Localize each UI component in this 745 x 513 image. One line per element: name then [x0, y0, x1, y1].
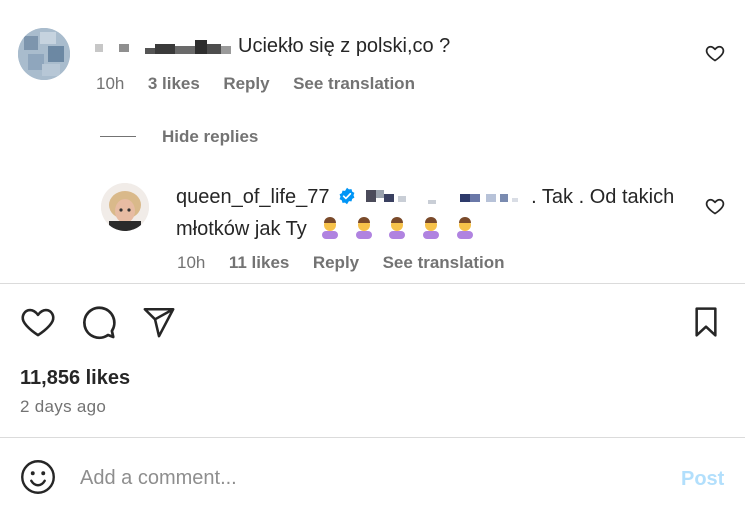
post-date: 2 days ago: [20, 397, 107, 416]
comment-text: Uciekło się z polski,co ?: [238, 35, 451, 57]
save-post-button[interactable]: [690, 305, 722, 344]
comment-meta: 10h 3 likes Reply See translation: [96, 74, 415, 94]
comment-post-button[interactable]: [81, 305, 117, 346]
post-likes-count[interactable]: 11,856 likes: [20, 367, 130, 390]
commenter-avatar[interactable]: [18, 28, 70, 80]
paper-plane-icon: [143, 307, 175, 338]
comment-time: 10h: [96, 74, 125, 93]
pixelated-username-icon: [95, 40, 231, 54]
reply-header: queen_of_life_77 . Tak . Od takich: [176, 186, 674, 209]
blurred-avatar-icon: [18, 28, 70, 80]
reply-see-translation[interactable]: See translation: [383, 253, 505, 272]
facepalm-emoji-icon: [322, 217, 339, 239]
emoji-picker-button[interactable]: [20, 459, 56, 500]
reply-time: 10h: [177, 253, 206, 272]
divider-top: [0, 283, 745, 284]
reply-meta: 10h 11 likes Reply See translation: [177, 253, 504, 273]
heart-icon: [21, 308, 55, 337]
profile-photo-icon: [101, 183, 149, 231]
smiley-face-icon: [21, 460, 55, 494]
comment-likes[interactable]: 3 likes: [148, 74, 200, 93]
reply-likes[interactable]: 11 likes: [229, 253, 290, 272]
reply-text-line2-row: młotków jak Ty: [176, 215, 481, 241]
comment-like-button[interactable]: [705, 43, 725, 68]
divider-bottom: [0, 437, 745, 438]
comment-see-translation[interactable]: See translation: [293, 74, 415, 93]
facepalm-emoji-icon: [456, 217, 473, 239]
facepalm-emoji-row: [318, 217, 480, 240]
reply-text-line1: . Tak . Od takich: [531, 186, 675, 208]
pixelated-mention-icon: [365, 190, 518, 204]
hide-replies-button[interactable]: Hide replies: [162, 127, 258, 147]
share-post-button[interactable]: [141, 305, 177, 344]
hide-replies-line: [100, 136, 136, 137]
heart-icon: [705, 198, 725, 215]
reply-like-button[interactable]: [705, 196, 725, 221]
comment-reply-button[interactable]: Reply: [223, 74, 269, 93]
reply-username[interactable]: queen_of_life_77: [176, 186, 329, 208]
post-comment-button[interactable]: Post: [681, 468, 724, 491]
comment-bubble-icon: [83, 306, 116, 340]
facepalm-emoji-icon: [355, 217, 372, 239]
comment-input[interactable]: [80, 464, 640, 492]
reply-reply-button[interactable]: Reply: [313, 253, 359, 272]
facepalm-emoji-icon: [423, 217, 440, 239]
reply-text-line2: młotków jak Ty: [176, 218, 307, 240]
heart-icon: [705, 45, 725, 62]
bookmark-icon: [695, 307, 717, 337]
reply-avatar[interactable]: [101, 183, 149, 231]
facepalm-emoji-icon: [389, 217, 406, 239]
verified-badge-icon: [339, 187, 355, 205]
commenter-username-redacted[interactable]: [95, 36, 235, 56]
like-post-button[interactable]: [20, 306, 56, 343]
